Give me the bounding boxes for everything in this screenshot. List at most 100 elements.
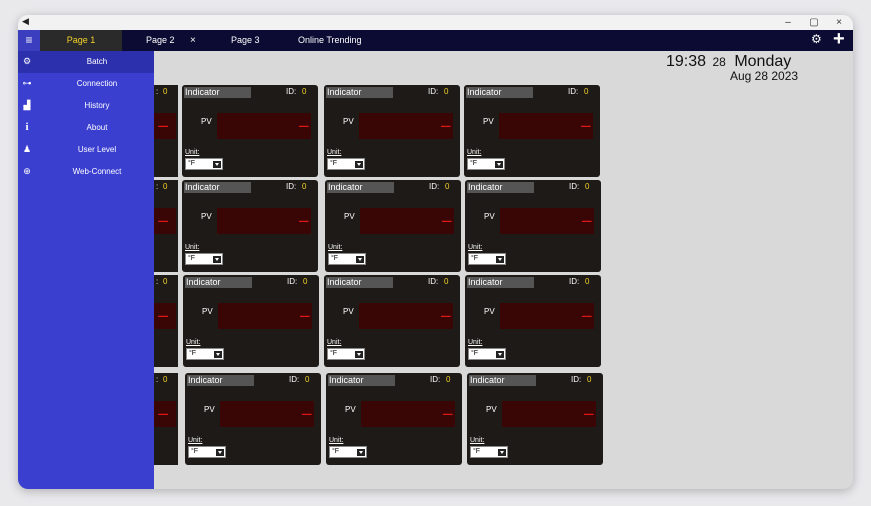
- unit-select[interactable]: °F: [186, 348, 224, 360]
- sidebar-item-about[interactable]: i About: [18, 117, 154, 139]
- pv-display-value: ----: [442, 409, 453, 420]
- indicator-id-label: ID:: [287, 277, 298, 286]
- add-page-button[interactable]: +: [833, 28, 845, 51]
- tab-close-icon[interactable]: ×: [190, 30, 196, 51]
- indicator-card[interactable]: Indicator ID: 0 PV ---- Unit: °F: [324, 275, 460, 367]
- pv-label: PV: [343, 117, 354, 126]
- indicator-card[interactable]: Indicator ID: 0 PV ---- Unit: °F: [182, 85, 318, 177]
- pv-display-value: ----: [298, 216, 309, 227]
- unit-select[interactable]: °F: [185, 253, 223, 265]
- pv-display: ----: [500, 303, 594, 329]
- unit-label: Unit:: [328, 244, 343, 251]
- tab-page-2[interactable]: Page 2: [146, 30, 175, 51]
- info-icon: i: [25, 121, 29, 133]
- app-window: ◀ – ▢ × ≡ Page 1 Page 2 × Page 3 Online …: [18, 15, 853, 489]
- chevron-down-icon: [496, 256, 504, 263]
- pv-display: ----: [500, 208, 594, 234]
- indicator-id-label: ID:: [430, 375, 441, 384]
- pv-display: ----: [218, 303, 312, 329]
- unit-select[interactable]: °F: [327, 348, 365, 360]
- chevron-down-icon: [355, 351, 363, 358]
- unit-select-value: °F: [188, 160, 196, 167]
- sidebar-item-label: History: [84, 101, 110, 110]
- clock-day-number: 28: [712, 55, 726, 69]
- indicator-id-value: 0: [584, 87, 589, 96]
- clock-day-name: Monday: [734, 53, 792, 70]
- chevron-down-icon: [213, 256, 221, 263]
- unit-select[interactable]: °F: [468, 253, 506, 265]
- indicator-card[interactable]: Indicator ID: 0 PV ---- Unit: °F: [182, 180, 318, 272]
- pv-display: ----: [217, 208, 311, 234]
- indicator-card[interactable]: Indicator ID: 0 PV ---- Unit: °F: [183, 275, 319, 367]
- unit-label: Unit:: [185, 244, 200, 251]
- unit-select[interactable]: °F: [470, 446, 508, 458]
- unit-select-value: °F: [330, 350, 338, 357]
- unit-select-value: °F: [188, 255, 196, 262]
- indicator-id-value: 0: [163, 182, 168, 191]
- pv-display-value: ----: [158, 409, 168, 420]
- indicator-id-value: 0: [302, 182, 307, 191]
- connection-icon: ⊶: [22, 78, 32, 88]
- sidebar-item-web-connect[interactable]: ⊕ Web-Connect: [18, 161, 154, 183]
- gear-icon[interactable]: ⚙: [811, 32, 822, 46]
- app-icon: ◀: [22, 16, 29, 26]
- pv-label: PV: [201, 212, 212, 221]
- chevron-down-icon: [214, 351, 222, 358]
- minimize-button[interactable]: –: [777, 15, 799, 30]
- indicator-card[interactable]: Indicator ID: 0 PV ---- Unit: °F: [185, 373, 321, 465]
- unit-select-value: °F: [332, 448, 340, 455]
- pv-display-value: ----: [440, 311, 451, 322]
- tab-bar: ≡ Page 1 Page 2 × Page 3 Online Trending…: [18, 28, 853, 51]
- unit-select-value: °F: [331, 255, 339, 262]
- unit-select[interactable]: °F: [327, 158, 365, 170]
- maximize-button[interactable]: ▢: [803, 15, 825, 30]
- pv-display-value: ----: [441, 216, 452, 227]
- chevron-down-icon: [498, 449, 506, 456]
- unit-label: Unit:: [186, 339, 201, 346]
- sidebar-item-history[interactable]: ▟ History: [18, 95, 154, 117]
- title-bar: ◀ – ▢ ×: [18, 15, 853, 30]
- unit-select[interactable]: °F: [329, 446, 367, 458]
- hamburger-menu-icon[interactable]: ≡: [18, 30, 40, 51]
- indicator-id-value: 0: [585, 182, 590, 191]
- indicator-id-label: ID:: [286, 182, 297, 191]
- tab-page-3[interactable]: Page 3: [231, 30, 260, 51]
- indicator-card[interactable]: Indicator ID: 0 PV ---- Unit: °F: [326, 373, 462, 465]
- indicator-card-partial: :0 ----: [154, 373, 178, 465]
- unit-select[interactable]: °F: [468, 348, 506, 360]
- indicator-title: Indicator: [328, 375, 395, 386]
- unit-select[interactable]: °F: [467, 158, 505, 170]
- pv-display: ----: [359, 303, 453, 329]
- indicator-title: Indicator: [467, 277, 534, 288]
- gears-icon: ⚙: [22, 56, 32, 66]
- pv-label: PV: [486, 405, 497, 414]
- indicator-title: Indicator: [184, 87, 251, 98]
- unit-select[interactable]: °F: [185, 158, 223, 170]
- indicator-id-value: 0: [305, 375, 310, 384]
- pv-label: PV: [343, 307, 354, 316]
- indicator-card[interactable]: Indicator ID: 0 PV ---- Unit: °F: [325, 180, 461, 272]
- unit-label: Unit:: [467, 149, 482, 156]
- tab-online-trending[interactable]: Online Trending: [298, 30, 362, 51]
- unit-select[interactable]: °F: [188, 446, 226, 458]
- unit-label: Unit:: [327, 149, 342, 156]
- sidebar-item-user-level[interactable]: ♟ User Level: [18, 139, 154, 161]
- indicator-card-partial: :0 ----: [154, 180, 178, 272]
- clock-date: Aug 28 2023: [730, 69, 799, 83]
- pv-label: PV: [202, 307, 213, 316]
- indicator-card[interactable]: Indicator ID: 0 PV ---- Unit: °F: [464, 85, 600, 177]
- pv-display-value: ----: [299, 311, 310, 322]
- sidebar-item-batch[interactable]: ⚙ Batch: [18, 51, 154, 73]
- unit-select-value: °F: [189, 350, 197, 357]
- indicator-card[interactable]: Indicator ID: 0 PV ---- Unit: °F: [467, 373, 603, 465]
- sidebar-item-connection[interactable]: ⊶ Connection: [18, 73, 154, 95]
- indicator-card[interactable]: Indicator ID: 0 PV ---- Unit: °F: [465, 180, 601, 272]
- sidebar-item-label: About: [86, 123, 108, 132]
- indicator-card[interactable]: Indicator ID: 0 PV ---- Unit: °F: [324, 85, 460, 177]
- pv-display-value: ----: [158, 311, 168, 322]
- unit-select[interactable]: °F: [328, 253, 366, 265]
- unit-select-value: °F: [473, 448, 481, 455]
- pv-label: PV: [201, 117, 212, 126]
- tab-page-1[interactable]: Page 1: [40, 30, 122, 51]
- indicator-card[interactable]: Indicator ID: 0 PV ---- Unit: °F: [465, 275, 601, 367]
